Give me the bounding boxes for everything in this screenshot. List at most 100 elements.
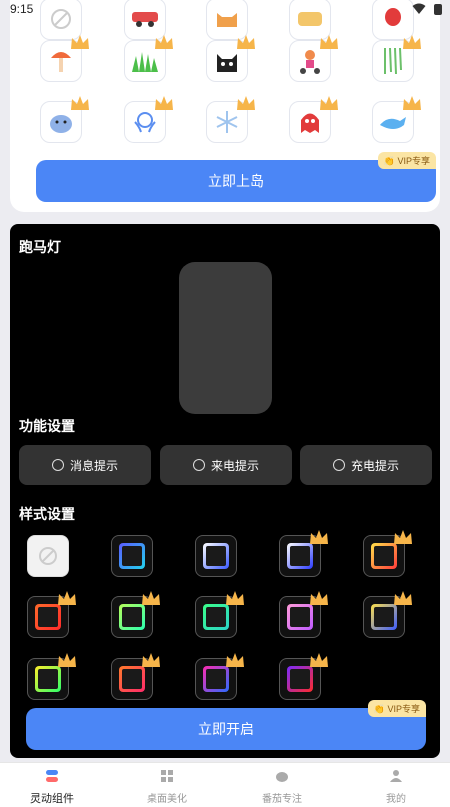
style-settings-title: 样式设置 bbox=[19, 506, 75, 522]
gradient-ring bbox=[287, 604, 313, 630]
black-cat-icon bbox=[217, 54, 237, 72]
crown-icon bbox=[320, 96, 338, 110]
toggle-icon bbox=[46, 770, 58, 782]
nav-label: 桌面美化 bbox=[147, 794, 187, 805]
crown-icon bbox=[320, 35, 338, 49]
marquee-style-option[interactable] bbox=[195, 535, 237, 577]
crown-icon bbox=[310, 591, 328, 605]
user-icon bbox=[390, 770, 402, 782]
grid-icon bbox=[161, 770, 173, 782]
island-style-jellyfish[interactable] bbox=[124, 96, 173, 143]
crown-icon bbox=[226, 653, 244, 667]
charging-alert-option[interactable]: 充电提示 bbox=[300, 445, 432, 485]
island-style-sloth[interactable] bbox=[40, 96, 89, 143]
crown-icon bbox=[310, 530, 328, 544]
island-card: 立即上岛 👏 VIP专享 bbox=[10, 0, 440, 212]
marquee-style-option[interactable] bbox=[27, 653, 76, 700]
marquee-style-option[interactable] bbox=[111, 591, 160, 638]
bottom-nav: 灵动组件 桌面美化 番茄专注 我的 bbox=[0, 762, 450, 807]
marquee-style-option[interactable] bbox=[279, 591, 328, 638]
snowflake-icon bbox=[216, 111, 238, 133]
crown-icon bbox=[155, 35, 173, 49]
radio-icon bbox=[51, 459, 64, 471]
battery-icon bbox=[434, 4, 442, 15]
island-style-snowflake[interactable] bbox=[206, 96, 255, 143]
call-alert-option[interactable]: 来电提示 bbox=[160, 445, 292, 485]
crown-icon bbox=[142, 653, 160, 667]
tomato-icon bbox=[276, 772, 288, 782]
phone-preview bbox=[179, 262, 272, 414]
sloth-icon bbox=[50, 115, 72, 133]
nav-tomato-focus[interactable]: 番茄专注 bbox=[242, 769, 322, 805]
grass-icon bbox=[132, 52, 158, 72]
island-style-black-cat[interactable] bbox=[206, 35, 255, 82]
join-island-button[interactable]: 立即上岛 👏 VIP专享 bbox=[36, 152, 436, 202]
enable-now-button[interactable]: 立即开启 👏 VIP专享 bbox=[26, 700, 426, 750]
crown-icon bbox=[394, 591, 412, 605]
gradient-ring bbox=[203, 666, 229, 692]
island-style-whale[interactable] bbox=[372, 96, 421, 143]
whale-icon bbox=[380, 117, 406, 129]
crown-icon bbox=[58, 591, 76, 605]
gradient-ring bbox=[35, 666, 61, 692]
crown-icon bbox=[71, 96, 89, 110]
marquee-style-option[interactable] bbox=[195, 591, 244, 638]
crown-icon bbox=[403, 35, 421, 49]
gradient-ring bbox=[371, 604, 397, 630]
marquee-style-option[interactable] bbox=[363, 530, 412, 577]
marquee-card: 跑马灯 功能设置 消息提示 来电提示 充电提示 样式设置 立即开启 👏 VIP专… bbox=[10, 224, 440, 758]
nav-desktop-beautify[interactable]: 桌面美化 bbox=[127, 769, 207, 805]
island-style-scooter[interactable] bbox=[289, 35, 338, 82]
ban-icon bbox=[39, 547, 57, 565]
option-label: 来电提示 bbox=[210, 458, 259, 473]
marquee-style-option[interactable] bbox=[27, 591, 76, 638]
crown-icon bbox=[71, 35, 89, 49]
radio-icon bbox=[332, 459, 345, 471]
crown-icon bbox=[226, 591, 244, 605]
marquee-style-option[interactable] bbox=[27, 535, 69, 577]
crown-icon bbox=[237, 35, 255, 49]
marquee-style-option[interactable] bbox=[363, 591, 412, 638]
crown-icon bbox=[310, 653, 328, 667]
nav-dynamic-widgets[interactable]: 灵动组件 bbox=[12, 769, 92, 806]
marquee-style-option[interactable] bbox=[279, 653, 328, 700]
marquee-style-option[interactable] bbox=[279, 530, 328, 577]
island-style-willow[interactable] bbox=[372, 35, 421, 82]
jellyfish-icon bbox=[134, 112, 156, 133]
nav-label: 我的 bbox=[386, 794, 406, 805]
join-island-label: 立即上岛 bbox=[208, 173, 264, 189]
marquee-title: 跑马灯 bbox=[19, 239, 61, 255]
island-style-grass[interactable] bbox=[124, 35, 173, 82]
nav-label: 灵动组件 bbox=[30, 793, 74, 805]
nav-label: 番茄专注 bbox=[262, 794, 302, 805]
crown-icon bbox=[142, 591, 160, 605]
gradient-ring bbox=[371, 543, 397, 569]
option-label: 充电提示 bbox=[350, 458, 399, 473]
island-style-ghost[interactable] bbox=[289, 96, 338, 143]
crown-icon bbox=[155, 96, 173, 110]
gradient-ring bbox=[203, 604, 229, 630]
island-style-mushroom[interactable] bbox=[40, 35, 89, 82]
option-label: 消息提示 bbox=[69, 458, 118, 473]
marquee-style-option[interactable] bbox=[111, 653, 160, 700]
gradient-ring bbox=[119, 543, 145, 569]
gradient-ring bbox=[203, 543, 229, 569]
gradient-ring bbox=[119, 666, 145, 692]
status-bar: 9:15 bbox=[0, 0, 450, 22]
crown-icon bbox=[237, 96, 255, 110]
radio-icon bbox=[192, 459, 205, 471]
gradient-ring bbox=[35, 604, 61, 630]
crown-icon bbox=[394, 530, 412, 544]
ghost-icon bbox=[301, 113, 319, 133]
status-time: 9:15 bbox=[10, 2, 34, 16]
marquee-style-option[interactable] bbox=[195, 653, 244, 700]
crown-icon bbox=[58, 653, 76, 667]
gradient-ring bbox=[287, 666, 313, 692]
vip-badge: 👏 VIP专享 bbox=[377, 152, 436, 169]
crown-icon bbox=[403, 96, 421, 110]
scooter-icon bbox=[300, 50, 320, 74]
nav-mine[interactable]: 我的 bbox=[356, 769, 436, 805]
enable-now-label: 立即开启 bbox=[198, 721, 254, 737]
marquee-style-option[interactable] bbox=[111, 535, 153, 577]
message-alert-option[interactable]: 消息提示 bbox=[19, 445, 151, 485]
